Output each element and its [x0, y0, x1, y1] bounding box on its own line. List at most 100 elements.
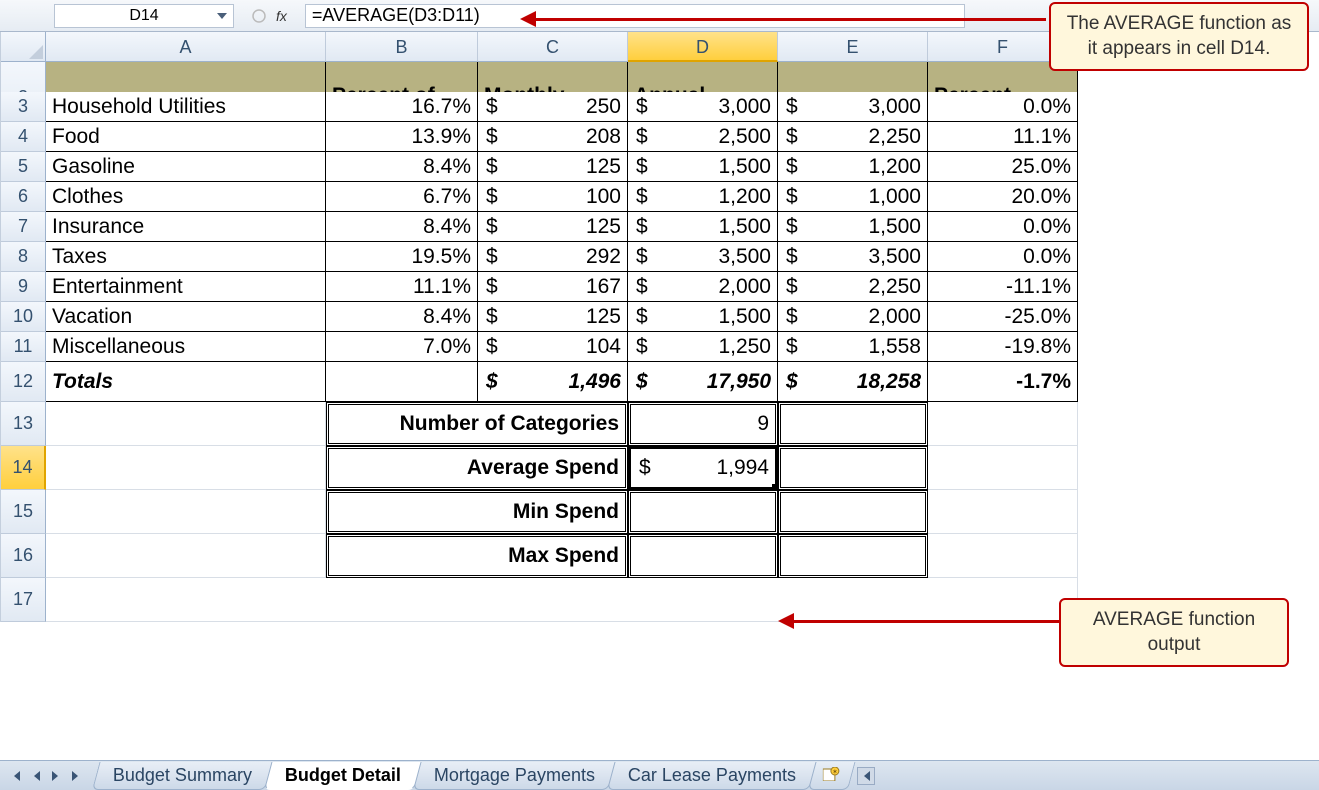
cell-annual-9[interactable]: $2,000 [628, 272, 778, 302]
average-spend-label[interactable]: Average Spend [326, 446, 628, 490]
cell-category-4[interactable]: Food [46, 122, 326, 152]
cancel-formula-icon[interactable] [248, 5, 270, 27]
cell-annual-11[interactable]: $1,250 [628, 332, 778, 362]
cell-category-9[interactable]: Entertainment [46, 272, 326, 302]
cell-annual-10[interactable]: $1,500 [628, 302, 778, 332]
cell-pct-3[interactable]: 16.7% [326, 92, 478, 122]
cell-a14[interactable] [46, 446, 326, 490]
name-box-dropdown-icon[interactable] [211, 5, 233, 27]
row-header-4[interactable]: 4 [1, 122, 46, 152]
cell-change-5[interactable]: 25.0% [928, 152, 1078, 182]
cell-monthly-11[interactable]: $104 [478, 332, 628, 362]
cell-pct-6[interactable]: 6.7% [326, 182, 478, 212]
cell-monthly-9[interactable]: $167 [478, 272, 628, 302]
min-spend-label[interactable]: Min Spend [326, 490, 628, 534]
cell-annual-4[interactable]: $2,500 [628, 122, 778, 152]
cell-change-4[interactable]: 11.1% [928, 122, 1078, 152]
row-header-17[interactable]: 17 [1, 578, 46, 622]
cell-ly-3[interactable]: $3,000 [778, 92, 928, 122]
average-spend-value[interactable]: $1,994 [628, 446, 778, 490]
totals-monthly[interactable]: $1,496 [478, 362, 628, 402]
totals-label[interactable]: Totals [46, 362, 326, 402]
max-spend-value[interactable] [628, 534, 778, 578]
cell-category-8[interactable]: Taxes [46, 242, 326, 272]
scroll-left-icon[interactable] [857, 767, 875, 785]
cell-e13[interactable] [778, 402, 928, 446]
cell-category-7[interactable]: Insurance [46, 212, 326, 242]
max-spend-label[interactable]: Max Spend [326, 534, 628, 578]
cell-change-3[interactable]: 0.0% [928, 92, 1078, 122]
cell-a16[interactable] [46, 534, 326, 578]
formula-input[interactable]: =AVERAGE(D3:D11) [305, 4, 965, 28]
row-17-cells[interactable] [46, 578, 1078, 622]
cell-pct-11[interactable]: 7.0% [326, 332, 478, 362]
totals-change[interactable]: -1.7% [928, 362, 1078, 402]
cell-change-11[interactable]: -19.8% [928, 332, 1078, 362]
cell-monthly-10[interactable]: $125 [478, 302, 628, 332]
tab-prev-icon[interactable] [26, 765, 46, 787]
row-header-11[interactable]: 11 [1, 332, 46, 362]
cell-ly-9[interactable]: $2,250 [778, 272, 928, 302]
cell-monthly-4[interactable]: $208 [478, 122, 628, 152]
col-header-b[interactable]: B [326, 32, 478, 62]
cell-monthly-5[interactable]: $125 [478, 152, 628, 182]
fx-icon[interactable]: fx [276, 8, 287, 24]
row-header-15[interactable]: 15 [1, 490, 46, 534]
row-header-7[interactable]: 7 [1, 212, 46, 242]
row-header-10[interactable]: 10 [1, 302, 46, 332]
cell-change-9[interactable]: -11.1% [928, 272, 1078, 302]
cell-monthly-3[interactable]: $250 [478, 92, 628, 122]
select-all-corner[interactable] [1, 32, 46, 62]
cell-pct-7[interactable]: 8.4% [326, 212, 478, 242]
min-spend-value[interactable] [628, 490, 778, 534]
tab-budget-detail[interactable]: Budget Detail [264, 762, 422, 790]
totals-ly[interactable]: $18,258 [778, 362, 928, 402]
insert-sheet-icon[interactable]: ✶ [808, 762, 856, 790]
cell-a13[interactable] [46, 402, 326, 446]
row-header-16[interactable]: 16 [1, 534, 46, 578]
cell-change-7[interactable]: 0.0% [928, 212, 1078, 242]
cell-pct-8[interactable]: 19.5% [326, 242, 478, 272]
col-header-a[interactable]: A [46, 32, 326, 62]
cell-pct-9[interactable]: 11.1% [326, 272, 478, 302]
cell-f15[interactable] [928, 490, 1078, 534]
tab-budget-summary[interactable]: Budget Summary [92, 762, 273, 790]
cell-monthly-7[interactable]: $125 [478, 212, 628, 242]
row-header-8[interactable]: 8 [1, 242, 46, 272]
cell-ly-4[interactable]: $2,250 [778, 122, 928, 152]
tab-car-lease-payments[interactable]: Car Lease Payments [607, 762, 817, 790]
cell-change-10[interactable]: -25.0% [928, 302, 1078, 332]
col-header-e[interactable]: E [778, 32, 928, 62]
cell-category-6[interactable]: Clothes [46, 182, 326, 212]
col-header-d[interactable]: D [628, 32, 778, 62]
totals-annual[interactable]: $17,950 [628, 362, 778, 402]
cell-annual-3[interactable]: $3,000 [628, 92, 778, 122]
cell-e14[interactable] [778, 446, 928, 490]
num-categories-label[interactable]: Number of Categories [326, 402, 628, 446]
tab-next-icon[interactable] [46, 765, 66, 787]
cell-ly-5[interactable]: $1,200 [778, 152, 928, 182]
row-header-9[interactable]: 9 [1, 272, 46, 302]
row-header-13[interactable]: 13 [1, 402, 46, 446]
row-header-14[interactable]: 14 [1, 446, 46, 490]
cell-change-8[interactable]: 0.0% [928, 242, 1078, 272]
cell-monthly-6[interactable]: $100 [478, 182, 628, 212]
cell-change-6[interactable]: 20.0% [928, 182, 1078, 212]
cell-e15[interactable] [778, 490, 928, 534]
cell-ly-7[interactable]: $1,500 [778, 212, 928, 242]
tab-mortgage-payments[interactable]: Mortgage Payments [413, 762, 616, 790]
cell-annual-7[interactable]: $1,500 [628, 212, 778, 242]
cell-f16[interactable] [928, 534, 1078, 578]
col-header-c[interactable]: C [478, 32, 628, 62]
cell-f14[interactable] [928, 446, 1078, 490]
cell-ly-8[interactable]: $3,500 [778, 242, 928, 272]
cell-ly-10[interactable]: $2,000 [778, 302, 928, 332]
cell-a15[interactable] [46, 490, 326, 534]
num-categories-value[interactable]: 9 [628, 402, 778, 446]
cell-annual-6[interactable]: $1,200 [628, 182, 778, 212]
cell-ly-6[interactable]: $1,000 [778, 182, 928, 212]
row-header-12[interactable]: 12 [1, 362, 46, 402]
cell-monthly-8[interactable]: $292 [478, 242, 628, 272]
cell-pct-5[interactable]: 8.4% [326, 152, 478, 182]
tab-first-icon[interactable] [6, 765, 26, 787]
